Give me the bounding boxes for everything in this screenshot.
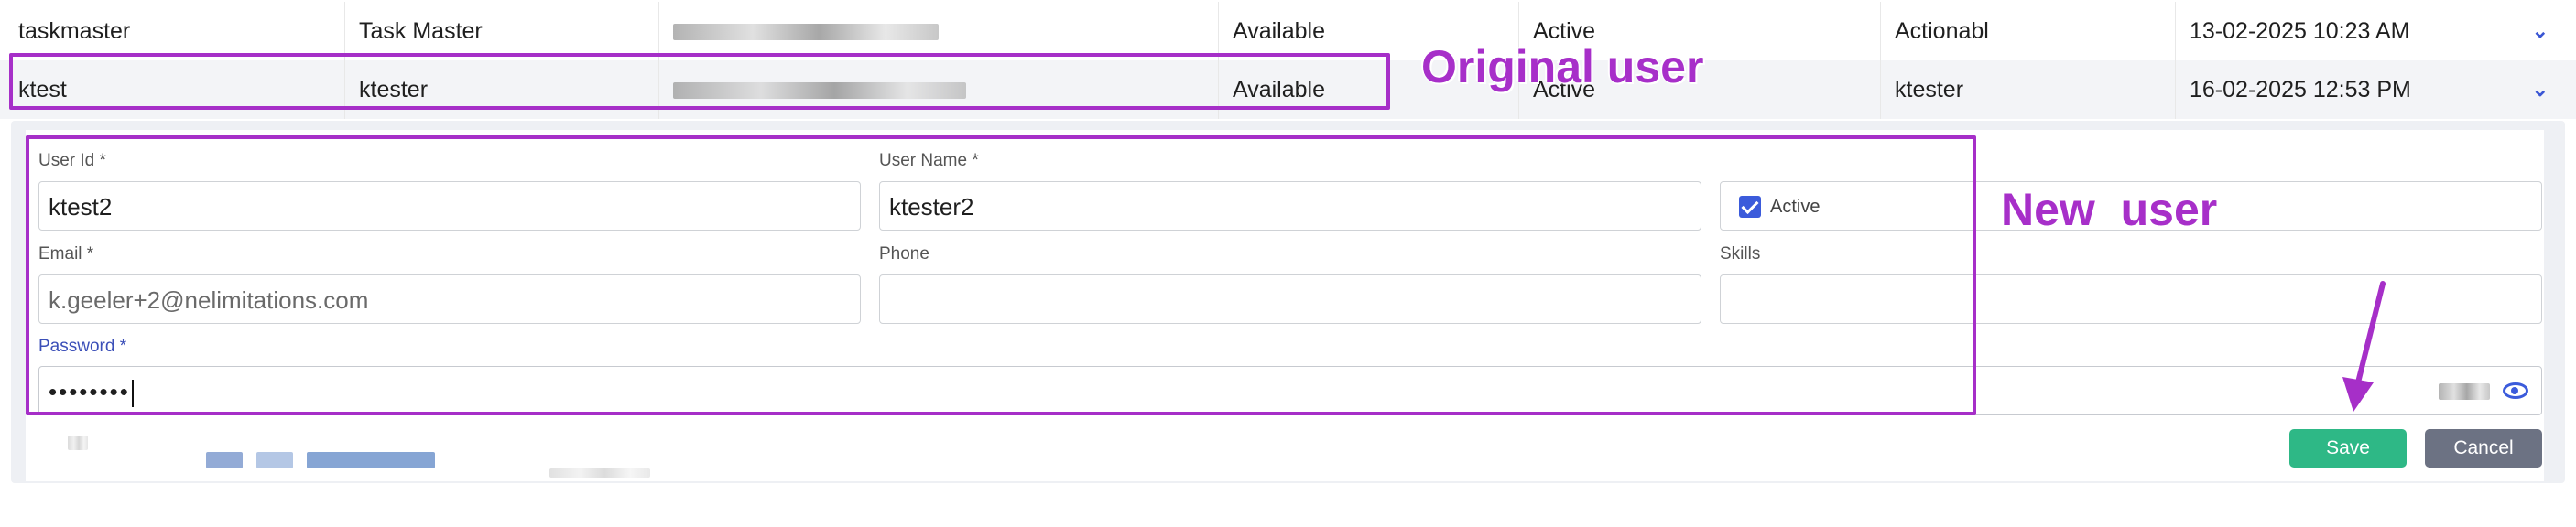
original-user-annotation: Original user [1421,41,1704,92]
save-button[interactable]: Save [2289,429,2407,468]
expand-chevron-icon[interactable]: ⌄ [2532,2,2549,60]
cell-role: ktester [1895,77,1964,102]
column-divider [1218,2,1219,60]
annotation-arrow-icon [2342,281,2386,412]
new-user-annotation: New user [2001,184,2218,235]
column-divider [344,2,345,60]
cell-status: Available [1233,18,1326,44]
show-password-eye-icon[interactable] [2503,382,2528,399]
column-divider [1880,60,1881,119]
column-divider [658,2,659,60]
expand-chevron-icon[interactable]: ⌄ [2532,60,2549,119]
redacted-strip [55,430,687,481]
cell-role: Actionabl [1895,18,1989,44]
table-row[interactable]: taskmaster Task Master Available Active … [0,2,2576,60]
original-user-highlight-box [9,53,1390,110]
cell-date: 13-02-2025 10:23 AM [2190,18,2410,44]
new-user-highlight-box [26,135,1976,415]
column-divider [1880,2,1881,60]
redacted-area [2439,383,2490,400]
cell-user-name: Task Master [359,18,483,44]
cell-user-id: taskmaster [18,18,131,44]
column-divider [2175,60,2176,119]
column-divider [2175,2,2176,60]
cancel-button[interactable]: Cancel [2425,429,2542,468]
cell-date: 16-02-2025 12:53 PM [2190,77,2411,102]
cell-email-redacted [673,2,939,60]
